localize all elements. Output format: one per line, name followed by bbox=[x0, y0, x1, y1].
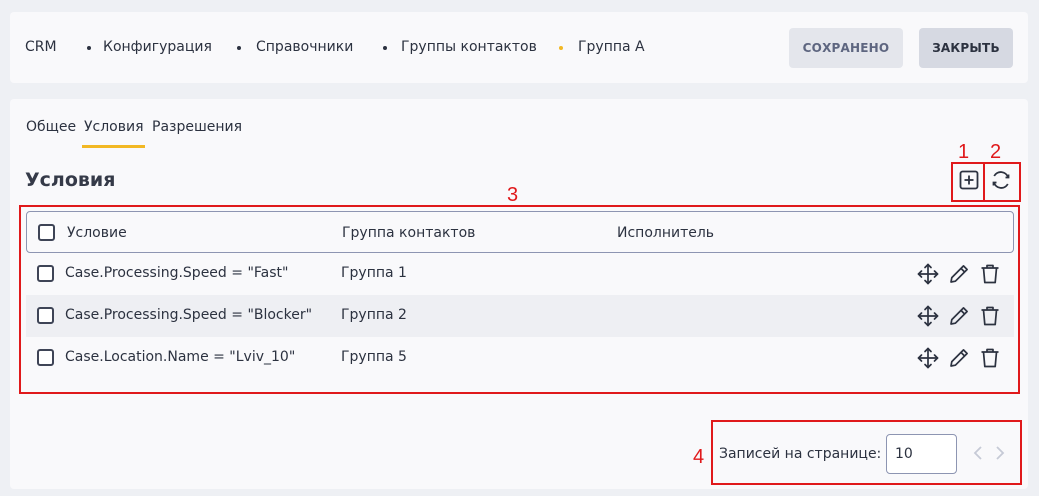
breadcrumb-separator bbox=[237, 46, 241, 50]
annotation-number-3: 3 bbox=[507, 184, 519, 206]
annotation-box-1 bbox=[951, 162, 985, 202]
saved-button[interactable]: СОХРАНЕНО bbox=[789, 28, 903, 68]
annotation-number-1: 1 bbox=[958, 141, 970, 163]
tab-general[interactable]: Общее bbox=[26, 119, 76, 135]
annotation-box-3 bbox=[19, 205, 1020, 394]
breadcrumb-item-configuration[interactable]: Конфигурация bbox=[103, 39, 212, 55]
tab-conditions[interactable]: Условия bbox=[84, 119, 144, 135]
breadcrumb-item-contact-groups[interactable]: Группы контактов bbox=[401, 39, 537, 55]
section-title: Условия bbox=[25, 169, 116, 191]
tab-permissions[interactable]: Разрешения bbox=[152, 119, 242, 135]
breadcrumb-item-crm[interactable]: CRM bbox=[25, 39, 57, 55]
breadcrumb-separator bbox=[383, 46, 387, 50]
breadcrumb-item-current: Группа А bbox=[578, 39, 645, 55]
top-bar: CRM Конфигурация Справочники Группы конт… bbox=[10, 12, 1028, 83]
breadcrumb-separator bbox=[87, 46, 91, 50]
annotation-number-2: 2 bbox=[990, 141, 1002, 163]
annotation-number-4: 4 bbox=[693, 446, 705, 468]
close-button[interactable]: ЗАКРЫТЬ bbox=[919, 28, 1013, 68]
active-tab-indicator bbox=[82, 145, 145, 148]
annotation-box-2 bbox=[983, 162, 1021, 202]
annotation-box-4 bbox=[711, 420, 1022, 485]
breadcrumb-separator-active bbox=[559, 46, 563, 50]
breadcrumb-item-directories[interactable]: Справочники bbox=[256, 39, 353, 55]
